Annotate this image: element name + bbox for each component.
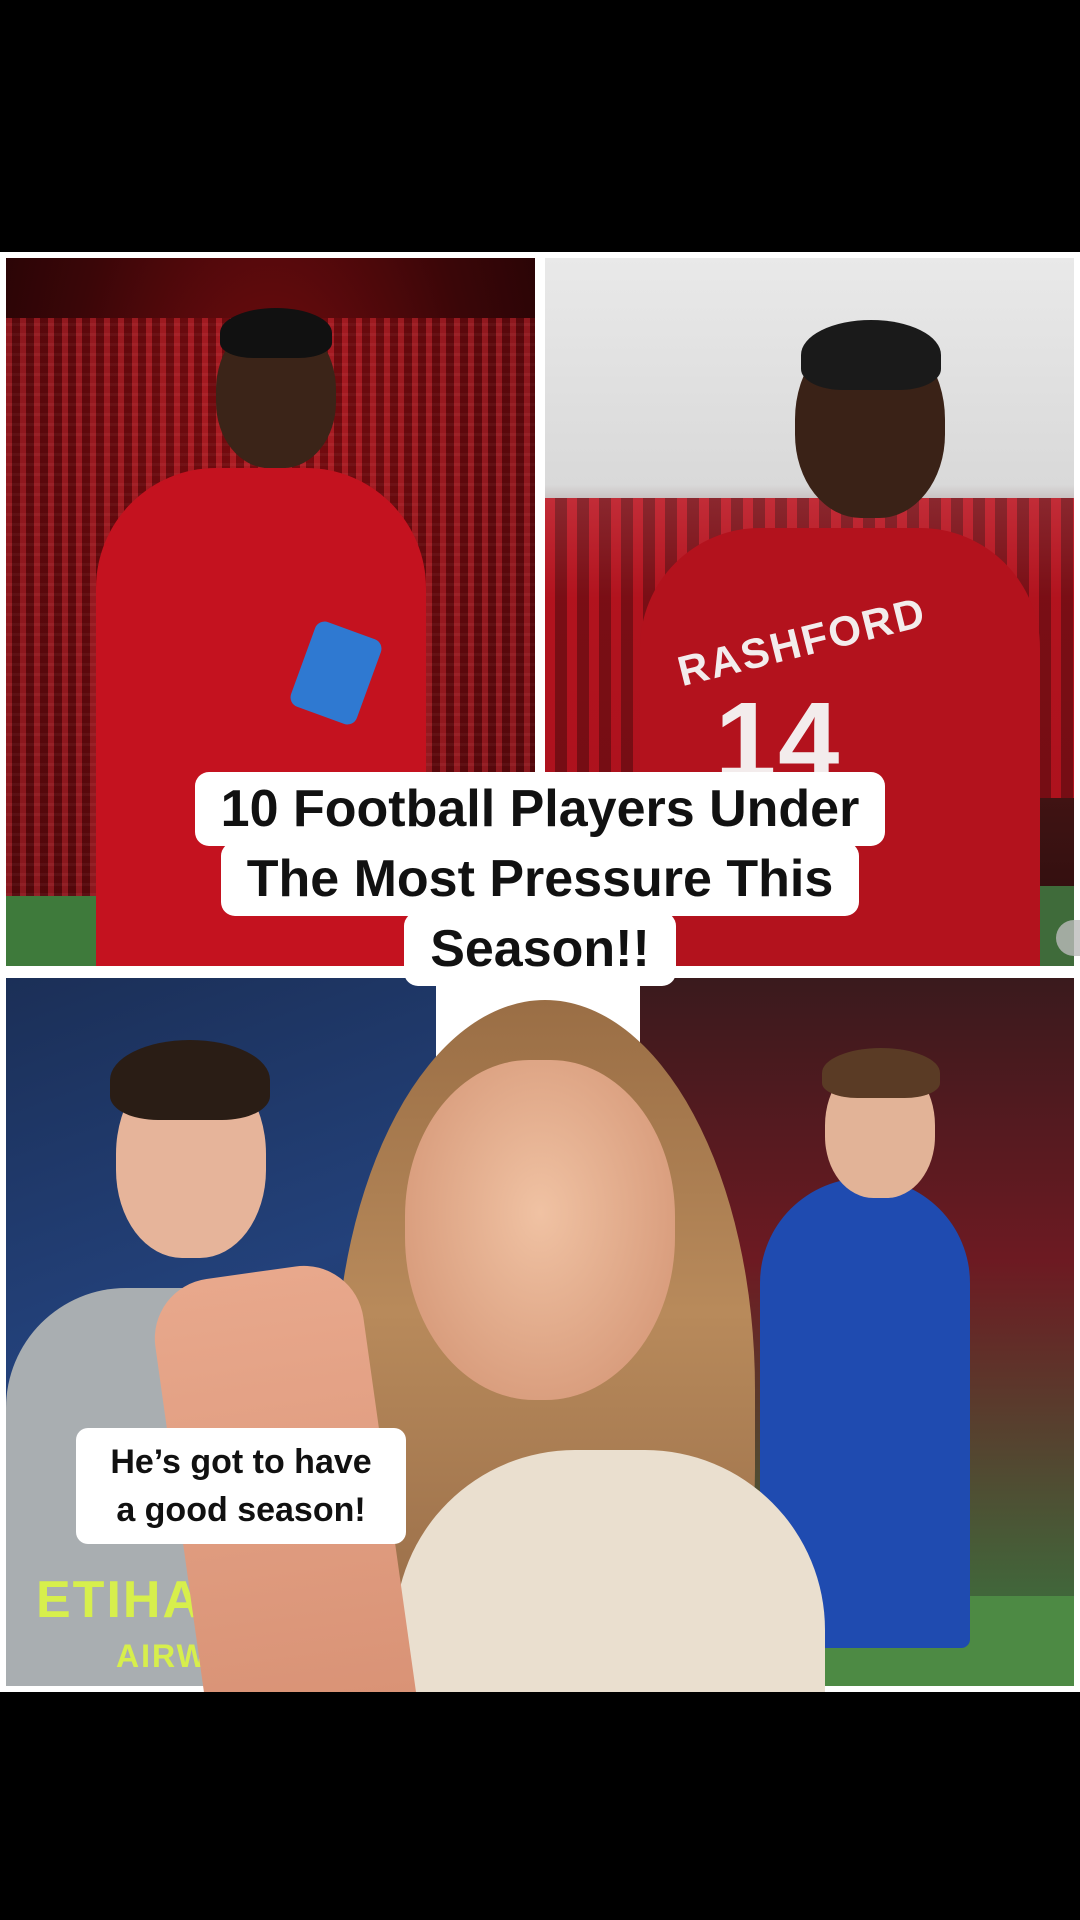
presenter-face bbox=[405, 1060, 675, 1400]
title-caption: 10 Football Players Under The Most Press… bbox=[0, 772, 1080, 986]
subtitle-caption: He’s got to have a good season! bbox=[76, 1428, 406, 1544]
player-hair bbox=[220, 308, 332, 358]
title-line-3: Season!! bbox=[404, 912, 676, 986]
title-line-1: 10 Football Players Under bbox=[194, 772, 886, 846]
subtitle-line-1: He’s got to have bbox=[110, 1443, 372, 1481]
subtitle-line-2: a good season! bbox=[116, 1491, 366, 1529]
player-hair bbox=[801, 320, 941, 390]
title-line-2: The Most Pressure This bbox=[220, 842, 860, 916]
top-black-bar bbox=[0, 0, 1080, 252]
bottom-black-bar bbox=[0, 1692, 1080, 1920]
